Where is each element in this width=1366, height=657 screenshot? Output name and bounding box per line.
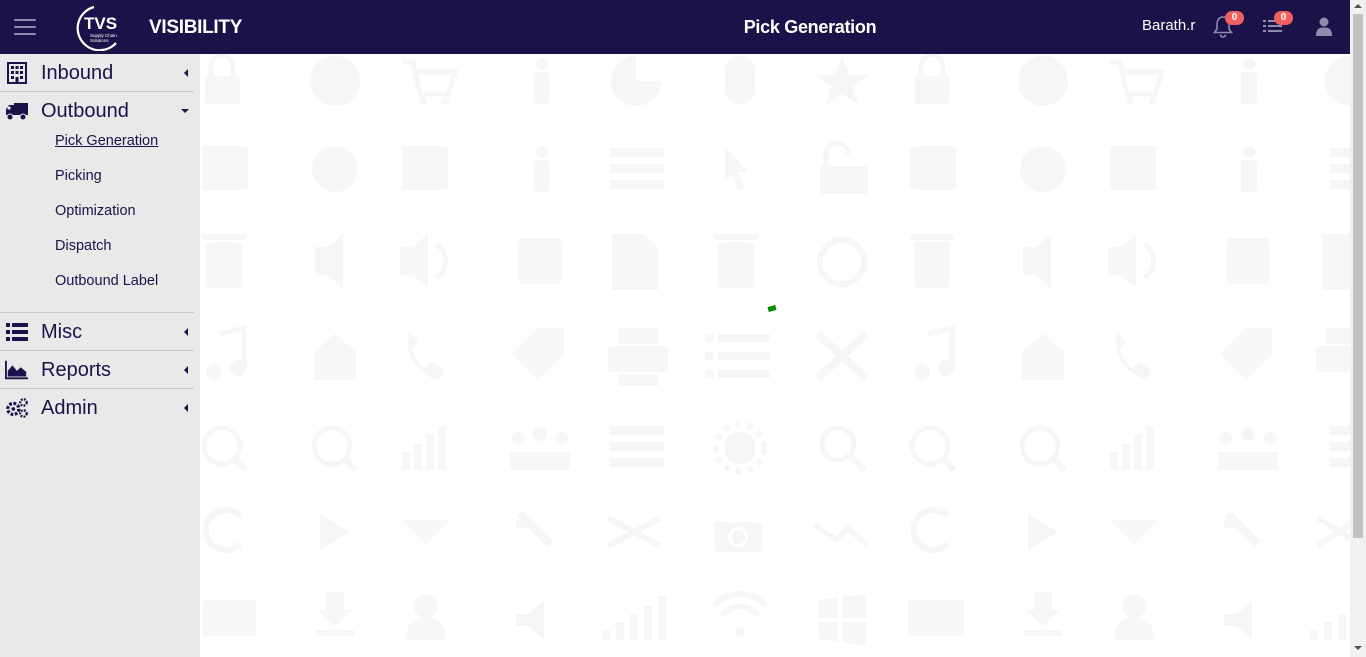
sidebar-item-label: Misc: [41, 321, 83, 343]
submenu-item-dispatch[interactable]: Dispatch: [0, 235, 194, 270]
sidebar-item-label: Reports: [41, 359, 112, 381]
submenu-item-outbound-label[interactable]: Outbound Label: [0, 270, 194, 305]
notifications-button[interactable]: 0: [1212, 11, 1244, 38]
submenu-item-pick-generation[interactable]: Pick Generation: [0, 130, 194, 165]
caret-left-icon: [184, 404, 188, 412]
app-brand: VISIBILITY: [149, 17, 243, 38]
tasks-badge: 0: [1274, 11, 1293, 25]
submenu-item-optimization[interactable]: Optimization: [0, 200, 194, 235]
caret-left-icon: [184, 69, 188, 77]
building-icon: [7, 62, 27, 84]
username[interactable]: Barath.r: [1142, 17, 1195, 34]
sidebar-item-reports[interactable]: Reports: [0, 351, 194, 389]
svg-text:TVS: TVS: [84, 14, 117, 33]
scrollbar-thumb[interactable]: [1353, 14, 1363, 538]
truck-icon: [6, 103, 28, 121]
scroll-down-icon[interactable]: [1354, 646, 1362, 650]
background-icon-pattern: [201, 54, 1350, 646]
sidebar-item-inbound[interactable]: Inbound: [0, 54, 194, 92]
sidebar-item-admin[interactable]: Admin: [0, 389, 194, 427]
tasks-button[interactable]: 0: [1261, 11, 1293, 38]
caret-down-icon: [181, 109, 189, 113]
main-content: [200, 54, 1350, 657]
svg-text:Solutions: Solutions: [90, 38, 109, 43]
caret-left-icon: [184, 328, 188, 336]
user-icon: [1316, 17, 1332, 36]
list-icon: [6, 323, 28, 341]
user-menu-button[interactable]: [1313, 14, 1337, 38]
page-title: Pick Generation: [743, 17, 877, 37]
submenu-item-picking[interactable]: Picking: [0, 165, 194, 200]
sidebar-item-outbound[interactable]: Outbound: [0, 92, 194, 130]
sidebar-item-label: Outbound: [41, 100, 129, 122]
sidebar-item-label: Admin: [41, 397, 98, 419]
outbound-submenu: Pick Generation Picking Optimization Dis…: [0, 130, 194, 313]
hamburger-menu-icon[interactable]: [14, 19, 36, 35]
page-scrollbar[interactable]: [1350, 0, 1366, 657]
notifications-badge: 0: [1225, 11, 1244, 25]
scroll-up-icon[interactable]: [1354, 4, 1362, 8]
tvs-logo: TVS Supply Chain Solutions: [76, 5, 117, 51]
top-navbar: TVS Supply Chain Solutions VISIBILITY Pi…: [0, 0, 1350, 54]
sidebar: Inbound Outbound Pick Generation Picking…: [0, 54, 200, 657]
caret-left-icon: [184, 366, 188, 374]
sidebar-item-label: Inbound: [41, 62, 114, 84]
sidebar-item-misc[interactable]: Misc: [0, 313, 194, 351]
gears-icon: [6, 398, 28, 418]
area-chart-icon: [5, 360, 29, 380]
